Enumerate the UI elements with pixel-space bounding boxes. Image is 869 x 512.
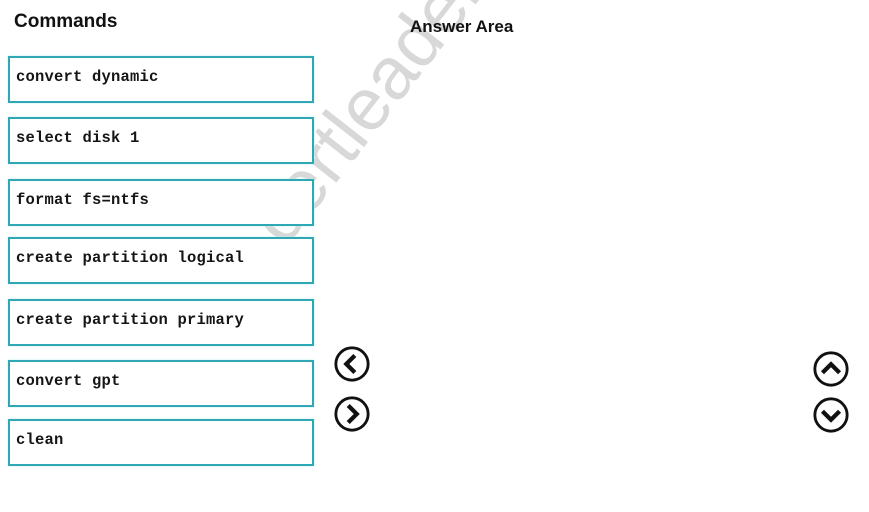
command-item-convert-dynamic[interactable]: convert dynamic	[8, 56, 314, 103]
command-label: clean	[16, 431, 64, 449]
command-label: create partition primary	[16, 311, 245, 329]
command-item-format[interactable]: format fs=ntfs	[8, 179, 314, 226]
command-item-create-partition-primary[interactable]: create partition primary	[8, 299, 314, 346]
command-label: convert gpt	[16, 372, 121, 390]
command-label: create partition logical	[16, 249, 245, 267]
command-item-create-partition-logical[interactable]: create partition logical	[8, 237, 314, 284]
answer-area[interactable]	[400, 50, 790, 470]
move-left-button[interactable]	[333, 345, 371, 383]
commands-title: Commands	[14, 11, 118, 32]
move-right-button[interactable]	[333, 395, 371, 433]
command-item-clean[interactable]: clean	[8, 419, 314, 466]
chevron-up-circle-icon	[813, 351, 849, 387]
move-down-button[interactable]	[812, 396, 850, 434]
chevron-right-circle-icon	[334, 396, 370, 432]
command-item-select-disk[interactable]: select disk 1	[8, 117, 314, 164]
command-label: format fs=ntfs	[16, 191, 150, 209]
command-label: select disk 1	[16, 129, 140, 147]
command-label: convert dynamic	[16, 68, 159, 86]
command-item-convert-gpt[interactable]: convert gpt	[8, 360, 314, 407]
chevron-down-circle-icon	[813, 397, 849, 433]
answer-area-title: Answer Area	[410, 17, 514, 36]
move-up-button[interactable]	[812, 350, 850, 388]
chevron-left-circle-icon	[334, 346, 370, 382]
